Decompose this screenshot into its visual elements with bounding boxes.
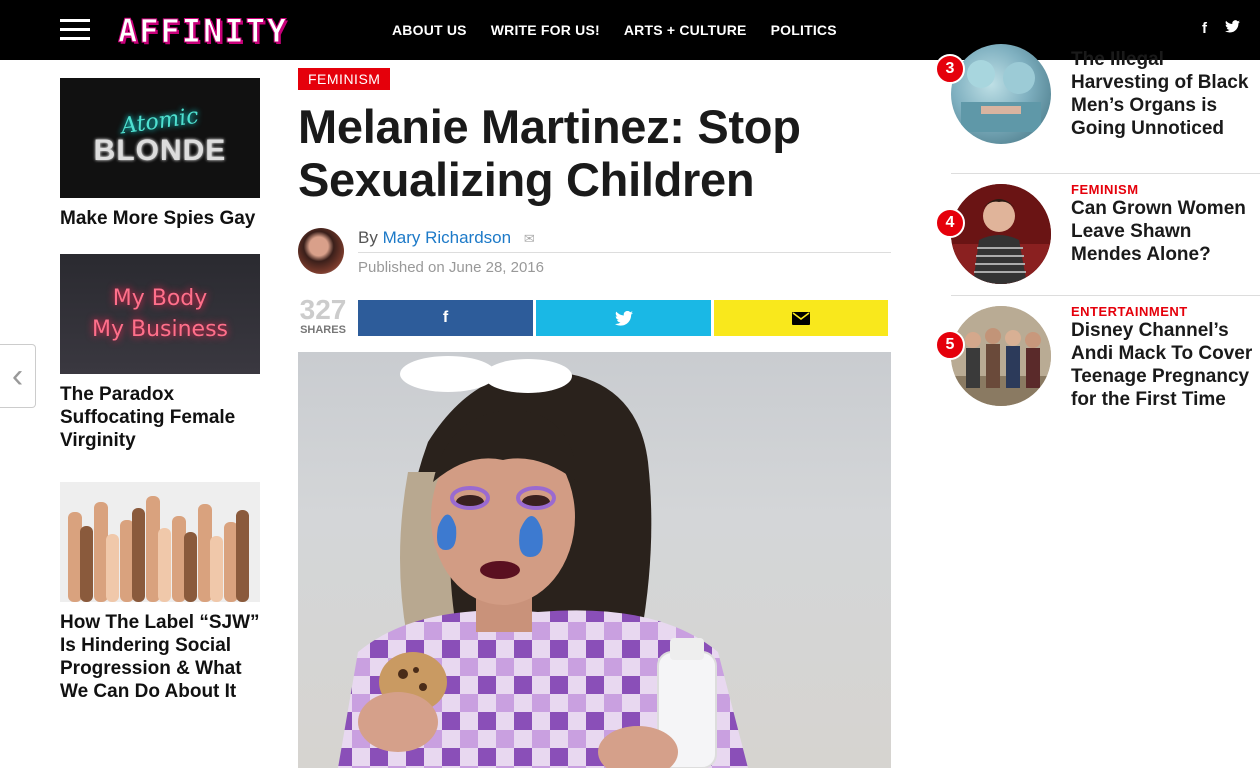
story-thumbnail[interactable]: [951, 44, 1051, 144]
share-facebook-button[interactable]: f: [358, 300, 533, 336]
site-logo[interactable]: AFFINITY: [117, 12, 288, 51]
sidebar-story[interactable]: How The Label “SJW” Is Hindering Social …: [60, 482, 260, 703]
story-title[interactable]: The Paradox Suffocating Female Virginity: [60, 383, 260, 452]
trending-story[interactable]: 4 FEMINISM Can Grown Women Leave Shawn M…: [935, 174, 1260, 296]
article-title: Melanie Martinez: Stop Sexualizing Child…: [298, 100, 801, 206]
facebook-icon: f: [442, 309, 449, 326]
share-twitter-button[interactable]: [536, 300, 711, 336]
chevron-left-icon: ‹: [11, 356, 24, 395]
share-count-number: 327: [299, 294, 347, 325]
raised-hands-image: [68, 496, 249, 602]
envelope-icon[interactable]: ✉: [524, 231, 535, 246]
article: FEMINISM Melanie Martinez: Stop Sexualiz…: [298, 68, 891, 768]
shawn-mendes-image: [951, 184, 1051, 284]
story-thumbnail[interactable]: [951, 184, 1051, 284]
story-thumbnail[interactable]: [951, 306, 1051, 406]
rank-badge: 5: [935, 330, 965, 360]
header-social: f: [1202, 20, 1240, 37]
story-thumbnail[interactable]: [60, 482, 260, 602]
thumb-text: My Body: [112, 286, 208, 311]
article-hero-image: [298, 352, 891, 768]
previous-article-tab[interactable]: ‹: [0, 344, 36, 408]
sidebar-story[interactable]: Atomic BLONDE Make More Spies Gay: [60, 78, 260, 230]
surgery-image: [961, 60, 1041, 132]
published-date: Published on June 28, 2016: [358, 259, 544, 276]
main-nav: ABOUT US WRITE FOR US! ARTS + CULTURE PO…: [392, 22, 837, 38]
story-title[interactable]: Disney Channel’s Andi Mack To Cover Teen…: [1071, 319, 1260, 411]
trending-story[interactable]: 5 ENTERTAINMENT Disney Channel’s Andi Ma…: [935, 296, 1260, 418]
twitter-icon: [614, 310, 633, 326]
trending-story[interactable]: 3 The Illegal Harvesting of Black Men’s …: [935, 44, 1260, 174]
share-bar: 327 SHARES f: [298, 296, 891, 336]
story-title[interactable]: How The Label “SJW” Is Hindering Social …: [60, 611, 260, 703]
byline: By Mary Richardson ✉ Published on June 2…: [298, 228, 891, 276]
menu-icon[interactable]: [60, 19, 90, 41]
sidebar-story[interactable]: My Body My Business The Paradox Suffocat…: [60, 254, 260, 452]
author-avatar[interactable]: [298, 228, 344, 274]
story-title[interactable]: Make More Spies Gay: [60, 207, 260, 230]
rank-badge: 3: [935, 54, 965, 84]
author-link[interactable]: Mary Richardson: [383, 228, 512, 247]
nav-politics[interactable]: POLITICS: [771, 22, 837, 38]
twitter-icon[interactable]: [1225, 20, 1240, 37]
thumb-text: BLONDE: [93, 133, 227, 167]
nav-arts-culture[interactable]: ARTS + CULTURE: [624, 22, 747, 38]
hero-photo: [338, 356, 748, 768]
rank-badge: 4: [935, 208, 965, 238]
story-thumbnail[interactable]: My Body My Business: [60, 254, 260, 374]
share-email-button[interactable]: [714, 300, 888, 336]
story-title[interactable]: The Illegal Harvesting of Black Men’s Or…: [1071, 48, 1260, 140]
thumb-text: My Business: [91, 317, 228, 342]
right-sidebar: 3 The Illegal Harvesting of Black Men’s …: [935, 44, 1260, 418]
left-sidebar: Atomic BLONDE Make More Spies Gay My Bod…: [60, 78, 260, 733]
story-thumbnail[interactable]: Atomic BLONDE: [60, 78, 260, 198]
author-line: By Mary Richardson ✉: [358, 228, 891, 253]
by-label: By: [358, 228, 378, 247]
nav-write-for-us[interactable]: WRITE FOR US!: [491, 22, 600, 38]
andi-mack-image: [951, 306, 1051, 406]
category-badge[interactable]: FEMINISM: [298, 68, 391, 90]
nav-about-us[interactable]: ABOUT US: [392, 22, 467, 38]
story-category[interactable]: FEMINISM: [1071, 182, 1260, 197]
envelope-icon: [792, 311, 810, 325]
share-count-label: SHARES: [300, 324, 346, 336]
share-count: 327 SHARES: [298, 294, 348, 337]
facebook-icon[interactable]: f: [1202, 20, 1207, 37]
story-category[interactable]: ENTERTAINMENT: [1071, 304, 1260, 319]
story-title[interactable]: Can Grown Women Leave Shawn Mendes Alone…: [1071, 197, 1260, 266]
